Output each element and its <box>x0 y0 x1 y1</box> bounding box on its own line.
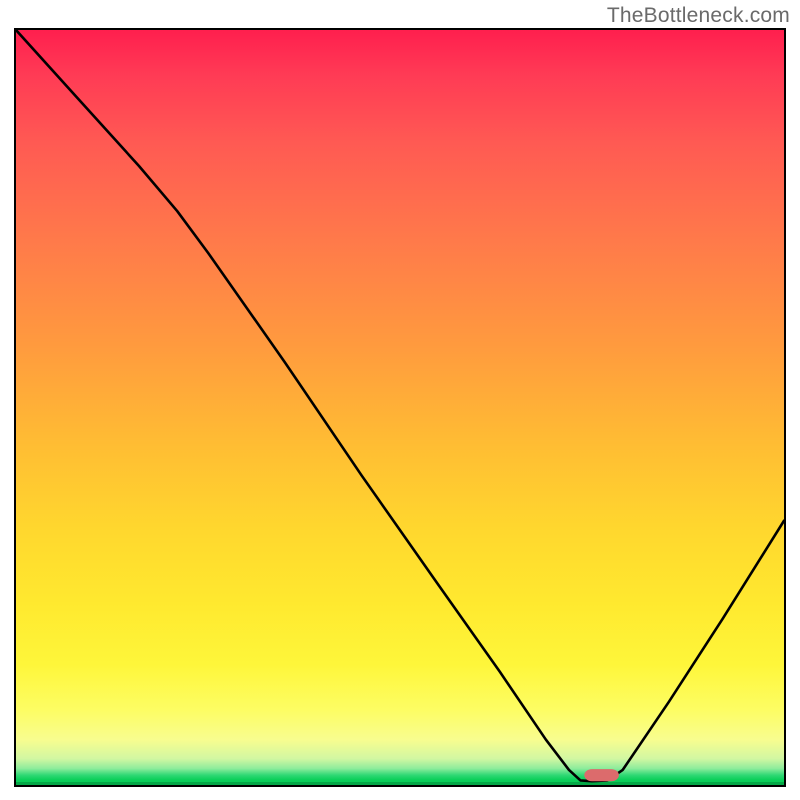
plot-area <box>14 28 786 787</box>
bottleneck-curve <box>16 30 784 781</box>
chart-container: TheBottleneck.com <box>0 0 800 800</box>
optimal-marker <box>584 769 619 781</box>
curve-overlay <box>16 30 784 785</box>
watermark-text: TheBottleneck.com <box>607 4 790 28</box>
